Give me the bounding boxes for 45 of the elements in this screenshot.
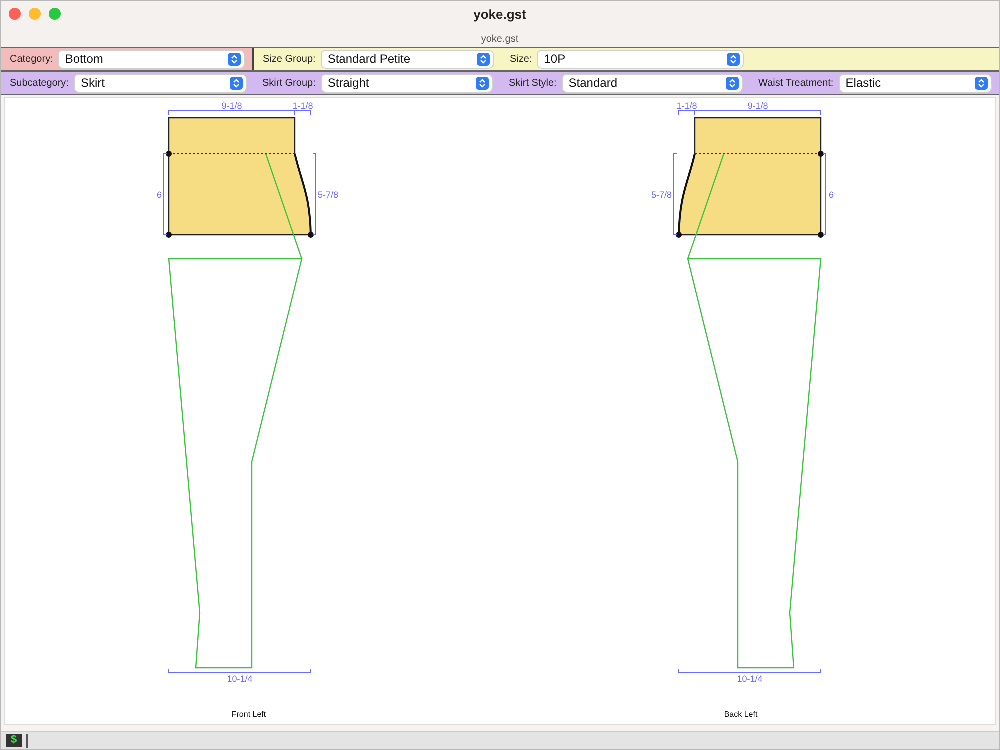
zoom-button[interactable]	[49, 8, 61, 20]
status-icon[interactable]: $	[6, 734, 22, 747]
dimension-label: 9-1/8	[222, 101, 242, 111]
selector-label: Waist Treatment:	[758, 76, 834, 90]
minimize-button[interactable]	[29, 8, 41, 20]
dimension-label: 5-7/8	[318, 190, 339, 200]
dimension-label: 10-1/4	[737, 674, 763, 684]
selector-label: Category:	[10, 52, 54, 66]
point-marker	[818, 151, 824, 157]
dropdown-chevron-icon	[476, 76, 489, 90]
selector-label: Skirt Style:	[509, 76, 557, 90]
dimension-label: 1-1/8	[676, 101, 698, 111]
point-marker	[166, 232, 172, 238]
window-title: yoke.gst	[474, 6, 526, 24]
dropdown-chevron-icon	[230, 76, 242, 90]
dropdown-chevron-icon	[726, 76, 738, 90]
dropdown-select[interactable]: Skirt	[74, 74, 246, 92]
dropdown-chevron-icon	[727, 52, 740, 66]
dropdown-select[interactable]: Bottom	[59, 50, 244, 68]
point-marker	[676, 232, 682, 238]
dimension-label: 6	[156, 190, 162, 200]
dropdown-chevron-icon	[228, 52, 241, 66]
dropdown-select[interactable]: Elastic	[840, 74, 991, 92]
dimension-label: 9-1/8	[748, 101, 768, 111]
dimension-label: 10-1/4	[227, 674, 253, 684]
selector-label: Size:	[510, 52, 532, 66]
close-button[interactable]	[9, 8, 21, 20]
piece-label: Back Left	[724, 710, 758, 719]
dimension-label: 6	[829, 190, 834, 200]
point-marker	[308, 232, 314, 238]
point-marker	[166, 151, 172, 157]
dropdown-chevron-icon	[975, 76, 988, 90]
dropdown-select[interactable]: Straight	[322, 74, 492, 92]
piece-label: Front Left	[232, 710, 266, 719]
dimension-label: 5-7/8	[651, 190, 672, 200]
dropdown-select[interactable]: 10P	[538, 50, 743, 68]
selector-label: Size Group:	[263, 52, 316, 66]
selector-label: Subcategory:	[10, 76, 69, 90]
window-subtitle: yoke.gst	[481, 32, 519, 46]
dimension-label: 1-1/8	[292, 101, 314, 111]
selector-label: Skirt Group:	[262, 76, 316, 90]
dropdown-select[interactable]: Standard Petite	[322, 50, 493, 68]
point-marker	[818, 232, 824, 238]
dropdown-chevron-icon	[477, 52, 490, 66]
dropdown-select[interactable]: Standard	[562, 74, 742, 92]
